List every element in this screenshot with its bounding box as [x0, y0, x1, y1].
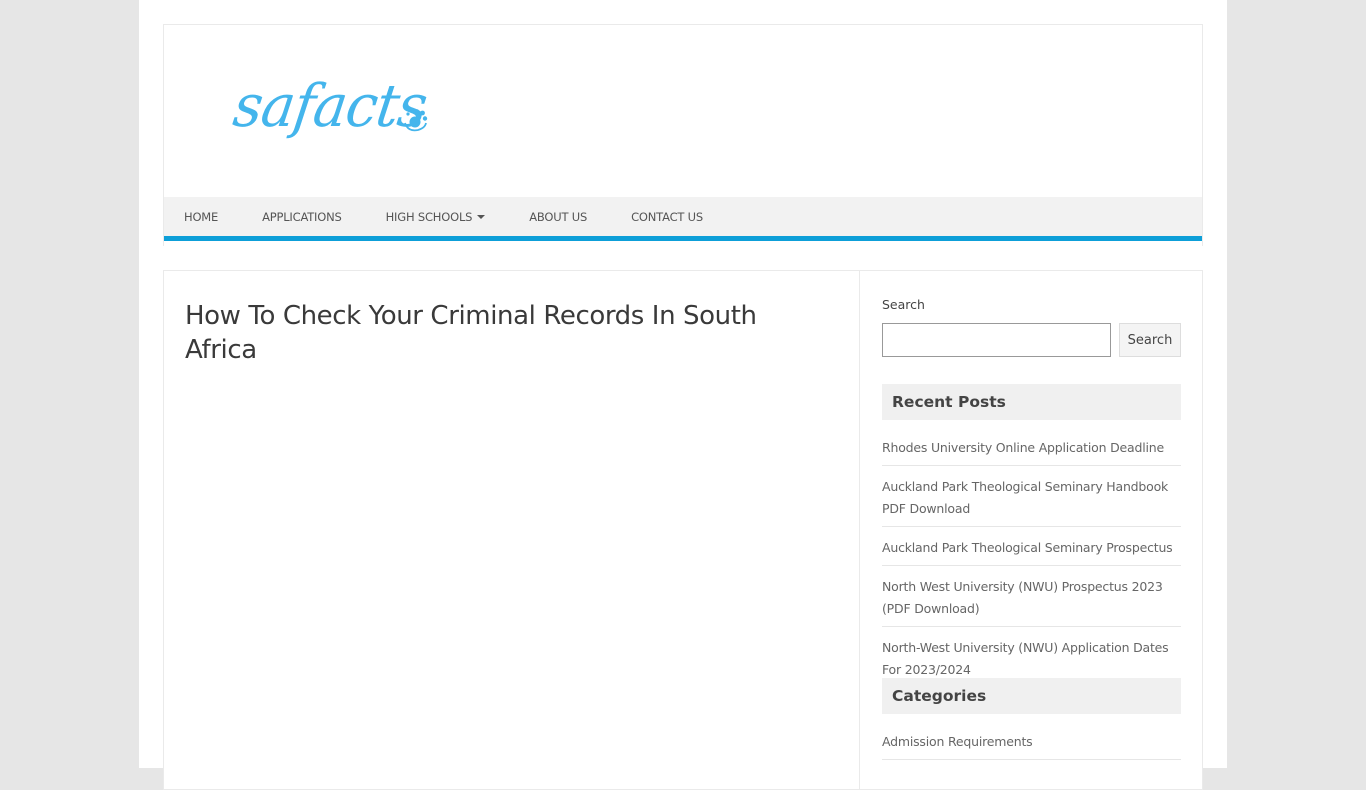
categories-list: Admission Requirements — [882, 729, 1181, 768]
recent-posts-heading: Recent Posts — [882, 384, 1181, 420]
nav-item-contact-us[interactable]: Contact Us — [611, 195, 727, 239]
main-navigation: Home Applications High Schools About Us … — [164, 197, 1202, 241]
nav-item-label: Home — [184, 209, 219, 224]
nav-item-label: Contact Us — [631, 209, 704, 224]
search-input[interactable] — [882, 323, 1111, 357]
list-item: Admission Requirements — [882, 729, 1181, 760]
main-content: How To Check Your Criminal Records In So… — [164, 271, 860, 789]
recent-posts-list: Rhodes University Online Application Dea… — [882, 435, 1181, 696]
list-item: Auckland Park Theological Seminary Prosp… — [882, 535, 1181, 566]
category-link[interactable]: Admission Requirements — [882, 734, 1033, 749]
nav-item-label: High Schools — [385, 209, 473, 224]
nav-item-about-us[interactable]: About Us — [509, 195, 611, 239]
categories-heading: Categories — [882, 678, 1181, 714]
site-logo[interactable]: safacts — [229, 67, 434, 147]
nav-item-label: Applications — [262, 209, 342, 224]
nav-item-applications[interactable]: Applications — [242, 195, 366, 239]
recent-post-link[interactable]: North-West University (NWU) Application … — [882, 640, 1169, 677]
list-item: North West University (NWU) Prospectus 2… — [882, 574, 1181, 627]
nav-item-high-schools[interactable]: High Schools — [366, 195, 510, 239]
search-label: Search — [882, 297, 925, 312]
page-container: safacts Home Applications High Schools — [139, 0, 1227, 790]
nav-item-home[interactable]: Home — [164, 195, 242, 239]
logo-eye-icon — [404, 109, 428, 132]
site-header: safacts Home Applications High Schools — [163, 24, 1203, 246]
list-item: Auckland Park Theological Seminary Handb… — [882, 474, 1181, 527]
recent-post-link[interactable]: Auckland Park Theological Seminary Prosp… — [882, 540, 1173, 555]
content-area: How To Check Your Criminal Records In So… — [163, 270, 1203, 790]
caret-down-icon — [477, 215, 486, 219]
recent-post-link[interactable]: Auckland Park Theological Seminary Handb… — [882, 479, 1168, 516]
search-button[interactable]: Search — [1119, 323, 1181, 357]
recent-post-link[interactable]: North West University (NWU) Prospectus 2… — [882, 579, 1163, 616]
post-title: How To Check Your Criminal Records In So… — [185, 301, 757, 365]
recent-post-link[interactable]: Rhodes University Online Application Dea… — [882, 440, 1164, 455]
nav-item-label: About Us — [529, 209, 588, 224]
list-item: Rhodes University Online Application Dea… — [882, 435, 1181, 466]
